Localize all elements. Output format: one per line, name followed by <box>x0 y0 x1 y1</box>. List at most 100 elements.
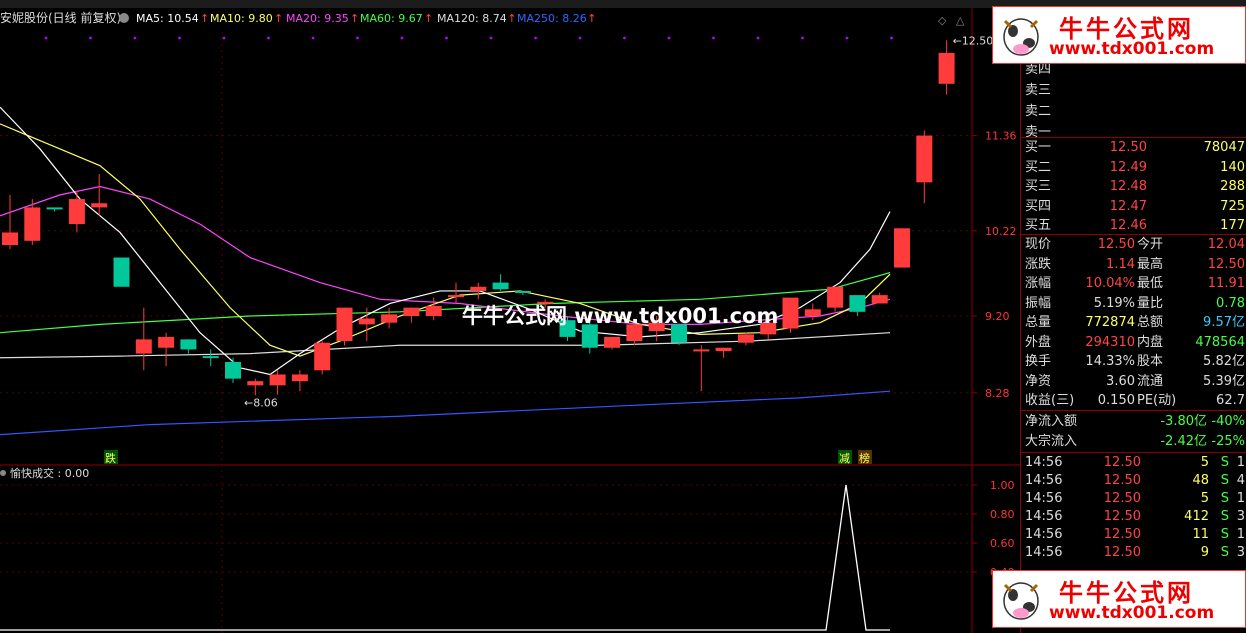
tick-time: 14:56 <box>1025 545 1063 560</box>
stat-value: 294310 <box>1085 334 1135 350</box>
candle-body <box>492 282 509 290</box>
candle-body <box>448 295 464 298</box>
candle[interactable] <box>91 174 108 216</box>
buy-label: 买二 <box>1025 159 1052 175</box>
candle[interactable] <box>804 303 821 321</box>
candle[interactable] <box>158 332 175 367</box>
candle[interactable] <box>492 274 509 291</box>
candle[interactable] <box>938 40 955 95</box>
buy-price: 12.50 <box>1109 140 1147 155</box>
settings-icon[interactable] <box>0 470 6 476</box>
candle[interactable] <box>247 378 264 396</box>
marker-dot <box>311 36 315 40</box>
tick-count: 1 <box>1236 491 1245 506</box>
marker-dot <box>400 36 404 40</box>
marker-dot <box>578 36 582 40</box>
candle-body <box>916 135 933 183</box>
stat-label: 流通 <box>1137 373 1164 389</box>
tick-price: 12.50 <box>1103 473 1141 488</box>
candle[interactable] <box>225 357 241 383</box>
stat-value: 9.57亿 <box>1203 315 1245 330</box>
candle-body <box>314 342 331 371</box>
flow-percent: -40% <box>1211 414 1245 429</box>
triangle-icon[interactable]: △ <box>956 14 965 27</box>
tick-count: 4 <box>1236 473 1245 488</box>
stat-label: 涨幅 <box>1025 276 1052 291</box>
candle-body <box>202 356 219 359</box>
candle[interactable] <box>849 295 866 316</box>
candle[interactable] <box>782 297 799 333</box>
marker-dot <box>89 36 92 40</box>
tick-time: 14:56 <box>1025 455 1063 470</box>
candle[interactable] <box>693 345 710 392</box>
buy-row: 买四 12.47 725 <box>1021 197 1246 216</box>
candle[interactable] <box>202 349 219 367</box>
marker-dot <box>667 36 671 40</box>
tick-volume: 9 <box>1200 545 1209 560</box>
candle[interactable] <box>135 307 152 371</box>
stat-value: 12.50 <box>1097 237 1135 252</box>
sell-row: 卖二 <box>1021 102 1246 121</box>
candle[interactable] <box>470 282 487 300</box>
candle-body <box>291 374 308 382</box>
candle-body <box>425 305 442 316</box>
settings-icon[interactable] <box>119 13 129 23</box>
candle[interactable] <box>425 297 442 321</box>
flow-label: 大宗流入 <box>1025 433 1078 449</box>
candle-body <box>470 286 487 291</box>
stat-label: 内盘 <box>1137 334 1164 350</box>
candle-body <box>604 336 621 348</box>
candle[interactable] <box>113 257 130 287</box>
tick-side: S <box>1220 509 1229 524</box>
indicator-title: 愉快成交 : 0.00 <box>10 466 89 480</box>
candle[interactable] <box>894 228 910 268</box>
candle[interactable] <box>604 336 621 350</box>
candle-body <box>358 318 375 325</box>
candle[interactable] <box>269 370 286 395</box>
center-watermark: 牛牛公式网 www.tdx001.com <box>462 304 779 328</box>
tick-price: 12.50 <box>1103 491 1141 506</box>
candle[interactable] <box>715 347 732 358</box>
candle[interactable] <box>827 286 844 312</box>
tick-price: 12.50 <box>1103 455 1141 470</box>
tick-row: 14:56 12.50 9 S 3 <box>1021 543 1246 562</box>
tick-count: 3 <box>1236 545 1245 560</box>
tick-side: S <box>1220 473 1229 488</box>
candle-body <box>113 257 130 287</box>
diamond-icon[interactable]: ◇ <box>938 14 947 27</box>
stat-value: 14.33% <box>1085 354 1135 369</box>
marker-dot <box>222 36 226 40</box>
candle[interactable] <box>336 307 353 346</box>
flow-percent: -25% <box>1211 433 1245 449</box>
candle-body <box>336 307 353 342</box>
candle[interactable] <box>314 341 331 375</box>
buy-price: 12.47 <box>1109 198 1147 214</box>
stat-label: 现价 <box>1025 237 1052 252</box>
stat-row: 净资 3.60 流通 5.39亿 <box>1021 372 1246 391</box>
candle[interactable] <box>916 130 933 204</box>
candle-body <box>269 374 286 386</box>
stat-value: 12.04 <box>1207 237 1245 252</box>
candle[interactable] <box>2 194 18 250</box>
up-arrow-icon: ↑ <box>424 12 433 25</box>
sell-label: 卖三 <box>1025 83 1052 98</box>
candle[interactable] <box>871 292 888 304</box>
buy-label: 买四 <box>1025 198 1052 214</box>
candle[interactable] <box>291 370 308 392</box>
indicator-line <box>0 484 890 631</box>
ma-label: MA60: 9.67 <box>360 12 423 25</box>
candle[interactable] <box>381 307 398 329</box>
buy-label: 买一 <box>1025 140 1052 155</box>
stat-label: 今开 <box>1137 237 1164 252</box>
candle-body <box>46 207 63 210</box>
candle[interactable] <box>180 339 197 354</box>
candle[interactable] <box>737 332 754 346</box>
tick-volume: 412 <box>1184 509 1209 524</box>
stat-value: 1.14 <box>1106 256 1135 272</box>
tick-volume: 48 <box>1192 473 1209 488</box>
candle[interactable] <box>68 190 85 233</box>
tick-row: 14:56 12.50 5 S 1 <box>1021 453 1246 472</box>
candle[interactable] <box>403 307 420 323</box>
candle[interactable] <box>46 207 63 212</box>
price-tick-label: 11.36 <box>985 130 1017 143</box>
